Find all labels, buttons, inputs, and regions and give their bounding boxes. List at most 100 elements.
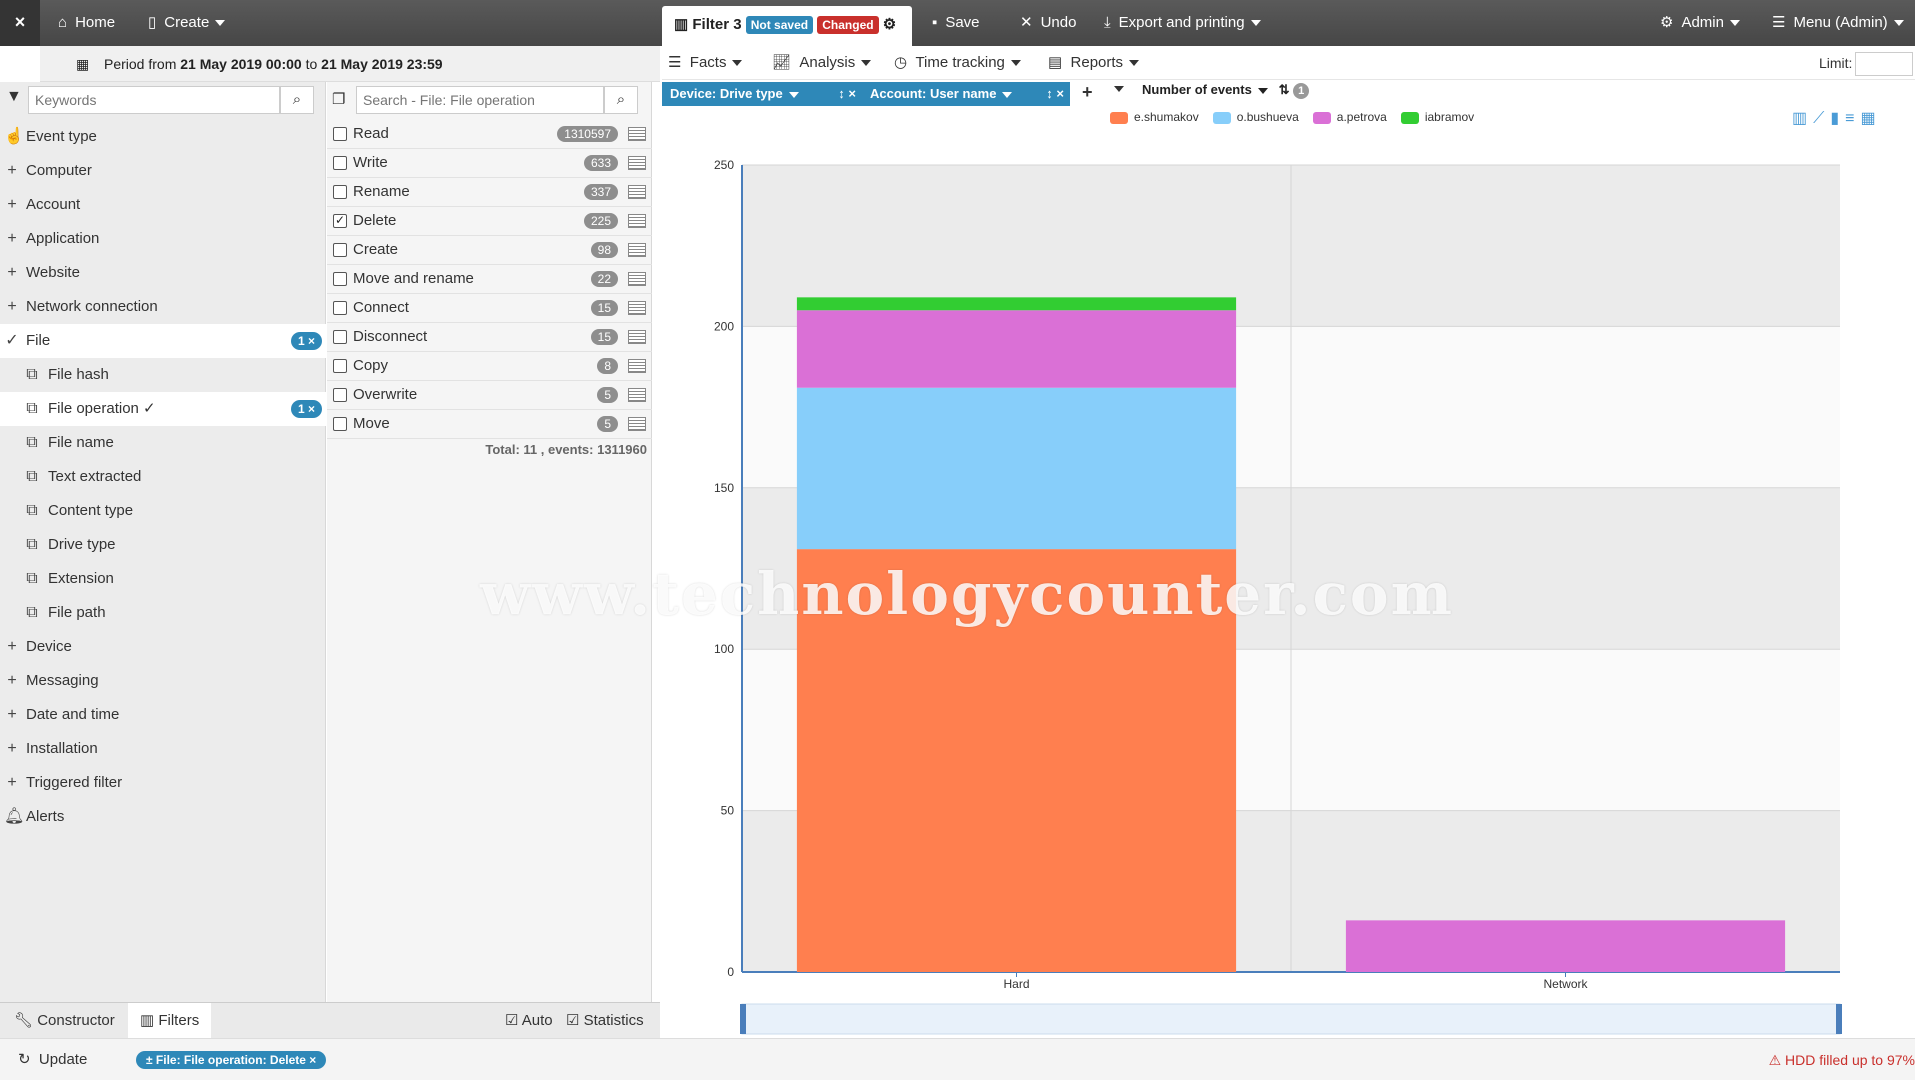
sidebar-item-file[interactable]: ✓ File 1 ×: [0, 324, 326, 358]
sidebar-item-alerts[interactable]: 🔔︎ Alerts: [0, 800, 326, 834]
legend-item[interactable]: e.shumakov: [1110, 110, 1199, 124]
legend-item[interactable]: o.bushueva: [1212, 110, 1299, 124]
sidebar-item-triggered-filter[interactable]: + Triggered filter: [0, 766, 326, 800]
main-menu[interactable]: ☰ Menu (Admin): [1772, 0, 1904, 46]
list-item[interactable]: Move 5: [327, 410, 652, 439]
tab-filter[interactable]: ▥ Filter 3 Not saved Changed ⚙: [662, 6, 912, 46]
legend-item[interactable]: a.petrova: [1312, 110, 1387, 124]
list-item[interactable]: Disconnect 15: [327, 323, 652, 352]
sidebar-item-file-name[interactable]: ⧉ File name: [0, 426, 326, 460]
admin-menu[interactable]: ⚙ Admin: [1660, 0, 1740, 46]
reports-menu[interactable]: ▤ Reports: [1048, 46, 1140, 80]
search-icon[interactable]: ⌕: [604, 86, 638, 114]
checkbox-icon[interactable]: [333, 388, 347, 402]
sidebar-item-messaging[interactable]: + Messaging: [0, 664, 326, 698]
save-button[interactable]: ▪ Save: [932, 0, 980, 46]
user-name-chip[interactable]: Account: User name ↕ ×: [862, 82, 1070, 106]
statistics-checkbox[interactable]: ☑ Statistics: [566, 1003, 644, 1039]
list-icon[interactable]: [628, 330, 646, 344]
list-icon[interactable]: [628, 359, 646, 373]
active-filter-chip[interactable]: ± File: File operation: Delete ×: [136, 1051, 327, 1069]
line-chart-icon[interactable]: ⟋: [1813, 110, 1830, 127]
sidebar-item-drive-type[interactable]: ⧉ Drive type: [0, 528, 326, 562]
checkbox-icon[interactable]: [333, 301, 347, 315]
limit-input[interactable]: [1855, 52, 1913, 76]
list-icon[interactable]: [628, 214, 646, 228]
values-search-input[interactable]: [356, 86, 604, 114]
copy-icon[interactable]: ❐: [332, 90, 345, 108]
sidebar-item-event-type[interactable]: ☝ Event type: [0, 120, 326, 154]
list-icon[interactable]: [628, 156, 646, 170]
sort-close-icon[interactable]: ↕ ×: [838, 82, 856, 106]
checkbox-icon[interactable]: [333, 359, 347, 373]
facts-menu[interactable]: ☰ Facts: [668, 46, 743, 80]
list-icon[interactable]: [628, 243, 646, 257]
list-icon[interactable]: [628, 185, 646, 199]
horizontal-bar-icon[interactable]: ≡: [1845, 110, 1860, 127]
metric-selector[interactable]: Number of events ⇅ 1: [1142, 82, 1310, 99]
create-menu[interactable]: ▯ Create: [148, 0, 226, 46]
checkbox-icon[interactable]: [333, 330, 347, 344]
export-menu[interactable]: ⤓ Export and printing: [1104, 0, 1261, 46]
sidebar-item-computer[interactable]: + Computer: [0, 154, 326, 188]
sidebar-item-network-connection[interactable]: + Network connection: [0, 290, 326, 324]
checkbox-icon[interactable]: [333, 156, 347, 170]
gear-icon[interactable]: ⚙: [883, 16, 896, 33]
time-tracking-menu[interactable]: ◷ Time tracking: [894, 46, 1021, 80]
list-item[interactable]: Copy 8: [327, 352, 652, 381]
legend-item[interactable]: iabramov: [1400, 110, 1474, 124]
list-item[interactable]: Overwrite 5: [327, 381, 652, 410]
list-icon[interactable]: [628, 272, 646, 286]
sidebar-item-installation[interactable]: + Installation: [0, 732, 326, 766]
sidebar-item-date-and-time[interactable]: + Date and time: [0, 698, 326, 732]
list-item[interactable]: Write 633: [327, 149, 652, 178]
undo-button[interactable]: ✕ Undo: [1020, 0, 1076, 46]
sort-icon[interactable]: ⇅: [1279, 82, 1290, 97]
checkbox-icon[interactable]: [333, 417, 347, 431]
hdd-warning[interactable]: ⚠ HDD filled up to 97%: [1769, 1039, 1915, 1080]
active-filter-count-badge[interactable]: 1 ×: [290, 332, 322, 350]
checkbox-icon[interactable]: [333, 272, 347, 286]
chevron-down-icon[interactable]: [1114, 86, 1124, 92]
tab-constructor[interactable]: 🔧︎ Constructor: [14, 1003, 115, 1039]
update-button[interactable]: ↻ Update: [18, 1039, 87, 1080]
active-filter-count-badge[interactable]: 1 ×: [290, 400, 322, 418]
bar-chart-icon[interactable]: ▥: [1792, 110, 1813, 127]
sidebar-item-application[interactable]: + Application: [0, 222, 326, 256]
list-icon[interactable]: [628, 417, 646, 431]
list-item[interactable]: Connect 15: [327, 294, 652, 323]
sidebar-item-account[interactable]: + Account: [0, 188, 326, 222]
checkbox-icon[interactable]: [333, 243, 347, 257]
range-scroller[interactable]: [741, 1003, 1841, 1035]
list-item[interactable]: Move and rename 22: [327, 265, 652, 294]
sidebar-item-file-operation[interactable]: ⧉ File operation ✓ 1 ×: [0, 392, 326, 426]
sort-close-icon[interactable]: ↕ ×: [1046, 82, 1064, 106]
list-icon[interactable]: [628, 127, 646, 141]
checkbox-checked-icon[interactable]: ✓: [333, 214, 347, 228]
auto-checkbox[interactable]: ☑ Auto: [505, 1003, 553, 1039]
period-bar[interactable]: ▦ Period from 21 May 2019 00:00 to 21 Ma…: [40, 46, 660, 82]
list-item[interactable]: Read 1310597: [327, 120, 652, 149]
stacked-bar-icon[interactable]: ▮: [1830, 110, 1845, 127]
list-icon[interactable]: [628, 388, 646, 402]
sidebar-item-extension[interactable]: ⧉ Extension: [0, 562, 326, 596]
keywords-input[interactable]: [28, 86, 280, 114]
scroller-handle-right[interactable]: [1836, 1004, 1842, 1034]
tab-filters[interactable]: ▥ Filters: [128, 1003, 212, 1039]
add-dimension-icon[interactable]: +: [1082, 82, 1093, 103]
list-icon[interactable]: [628, 301, 646, 315]
sidebar-item-file-path[interactable]: ⧉ File path: [0, 596, 326, 630]
home-button[interactable]: ⌂ Home: [58, 0, 115, 46]
sidebar-item-content-type[interactable]: ⧉ Content type: [0, 494, 326, 528]
sidebar-item-website[interactable]: + Website: [0, 256, 326, 290]
search-icon[interactable]: ⌕: [280, 86, 314, 114]
checkbox-icon[interactable]: [333, 185, 347, 199]
analysis-menu[interactable]: 📈︎ Analysis: [772, 46, 872, 80]
chart-type-switcher[interactable]: ▥⟋▮≡▦: [1792, 108, 1882, 128]
scroller-handle-left[interactable]: [740, 1004, 746, 1034]
list-item[interactable]: Create 98: [327, 236, 652, 265]
sidebar-item-device[interactable]: + Device: [0, 630, 326, 664]
list-item[interactable]: ✓ Delete 225: [327, 207, 652, 236]
table-icon[interactable]: ▦: [1860, 110, 1881, 127]
close-button[interactable]: ×: [0, 0, 40, 46]
